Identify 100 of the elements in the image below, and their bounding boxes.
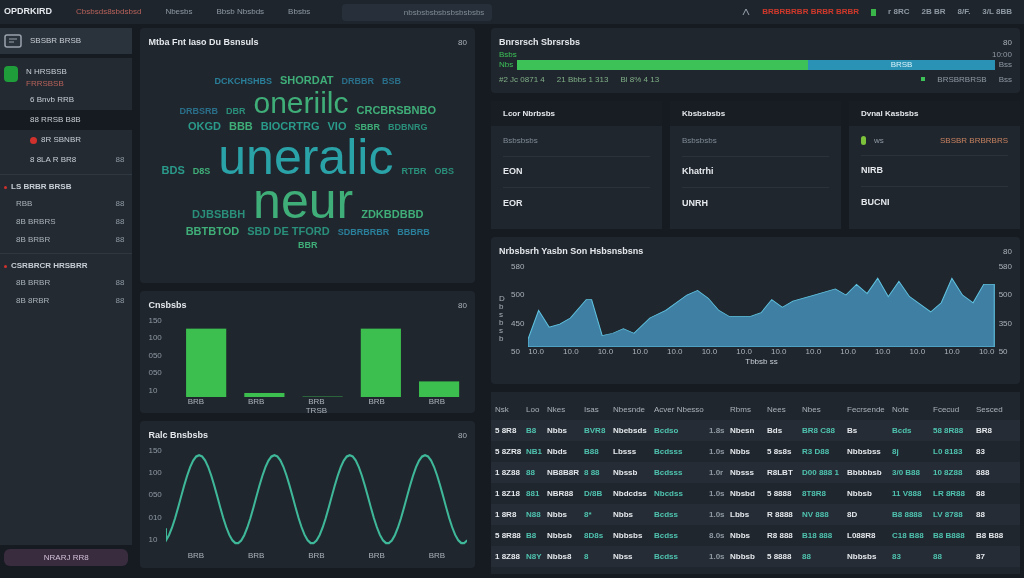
sidebar-item[interactable]: 88 RRSB B8B <box>0 110 133 130</box>
status-item[interactable]: r 8RC <box>888 6 910 18</box>
table-cell-text: C18 B88 <box>892 529 925 542</box>
nav-link[interactable]: Cbsbsds8sbdsbsd <box>76 6 142 18</box>
table-cell-text: Bcdsss <box>654 466 684 479</box>
cloud-word: BBB <box>228 119 253 135</box>
nav-link[interactable]: Nbesbs <box>165 6 193 18</box>
sidebar-item[interactable]: RBB 88 <box>0 195 133 213</box>
sidebar-button[interactable]: NRARJ RR8 <box>4 549 129 566</box>
axis-tick: 10.0 <box>909 346 926 357</box>
table-cell-text: Nbbsbs <box>847 550 878 563</box>
cloud-word: BDBNRG <box>387 121 428 135</box>
table-cell-text: 888 <box>976 466 991 479</box>
axis-tick: 500 <box>998 291 1012 299</box>
status-item[interactable]: 3/L 8BB <box>982 6 1012 18</box>
table-cell-text: Nbcdss <box>654 487 684 500</box>
table-cell-text: D00 888 1 <box>802 466 840 479</box>
column-header: Isas <box>584 404 600 416</box>
nav-link[interactable]: Bbsb Nbsbds <box>216 6 265 18</box>
table-cell-text: R3 D88 <box>802 445 831 458</box>
cloud-word: VIO <box>327 119 347 135</box>
table-cell-text: Bcdss <box>654 550 679 563</box>
panel-menu[interactable]: 80 <box>458 299 467 312</box>
sidebar-item[interactable]: 8B BRBR 88 <box>0 274 133 292</box>
sidebar-item[interactable]: 8B 8RBR 88 <box>0 292 133 310</box>
bar-caption: Bsbs <box>499 49 517 59</box>
cloud-word: BDS <box>161 163 185 179</box>
brand-name: N HRSBSB <box>26 66 67 78</box>
panel-menu[interactable]: 80 <box>458 36 467 49</box>
legend-note: BRSBRBRSB <box>937 74 987 84</box>
table-cell-text: Bcds <box>892 424 913 437</box>
sidebar-item[interactable]: 8B BRBRS 88 <box>0 213 133 231</box>
logo-icon <box>4 66 18 82</box>
panel-title: Nrbsbsrh Yasbn Son Hsbsnsbsns <box>499 245 644 258</box>
table-cell-text: NBR88 <box>547 487 575 500</box>
table-cell-text: Bbbbbsb <box>847 466 883 479</box>
cloud-word: neur <box>253 178 354 223</box>
table-cell-text: NB1 <box>526 445 543 458</box>
sidebar-item[interactable]: 8R SBNBR <box>0 130 133 150</box>
sidebar-item[interactable]: 8B BRBR 88 <box>0 231 133 249</box>
column-header: Acver Nbesso <box>654 404 705 416</box>
column-header: Nsk <box>495 404 510 416</box>
sidebar-item[interactable]: 6 Bnvb RRB <box>0 90 133 110</box>
table-cell-text: Nbsss <box>730 466 755 479</box>
item-label: 88 RRSB B8B <box>30 114 81 126</box>
table-cell-text: 5 8R8 <box>495 424 518 437</box>
table-row[interactable]: 1 8Z88 88 NB8B8R 8 88 Nbssb Bcdsss 1.0r Nbsss R8LBT D00 888 1 Bbbbbsb 3/0 B88 10 8Z88 888 <box>491 462 1020 483</box>
section-title: LS BRBR BRSB <box>11 181 72 193</box>
table-cell-text: 1.0s <box>709 508 726 521</box>
table-cell-text: Nbbsbss <box>847 445 882 458</box>
axis-tick: 150 <box>148 316 162 325</box>
column-header: Nees <box>767 404 787 416</box>
table-cell-text: 8T8R8 <box>802 487 827 500</box>
panel-menu[interactable]: 80 <box>1003 245 1012 258</box>
panel-menu[interactable]: 80 <box>1003 36 1012 49</box>
table-cell-text: R8 888 <box>767 529 794 542</box>
table-cell-text: D/8B <box>584 487 604 500</box>
table-cell-text: Bcdss <box>654 508 679 521</box>
axis-tick: 450 <box>511 319 525 328</box>
table-cell-text: Bcdsss <box>654 445 684 458</box>
table-cell-text: 1.8s <box>709 424 726 437</box>
status-item[interactable]: 2B BR <box>921 6 946 18</box>
axis-tick: 10.0 <box>528 346 544 357</box>
section-title: CSRBRCR HRSBRR <box>11 260 88 272</box>
table-cell-text: Nbbs <box>730 445 751 458</box>
table-cell-text: BR8 C88 <box>802 424 836 437</box>
table-cell-text: 3/0 B88 <box>892 466 922 479</box>
axis-tick: BRB <box>368 396 385 406</box>
table-cell-text: Nbssb <box>613 466 639 479</box>
panel-title: Mtba Fnt Iaso Du Bsnsuls <box>148 36 259 49</box>
axis-tick: 580 <box>998 262 1012 271</box>
sidebar-item[interactable]: 8 8LA R BR8 88 <box>0 150 133 170</box>
table-cell-text: L0 8183 <box>933 445 964 458</box>
search-field[interactable]: nbsbsbsbsbsbsbsbsbs <box>342 3 493 21</box>
axis-tick: BRB <box>247 396 265 406</box>
progress-fill: BRSB <box>808 59 995 70</box>
axis-tick: 10.0 <box>597 346 614 357</box>
cloud-word: DCKCHSHBS <box>214 74 272 88</box>
column-header: Nbesnde <box>613 404 647 416</box>
cloud-word: SDBRBRBR <box>337 225 390 239</box>
cloud-word: DJBSBBH <box>191 207 246 223</box>
nav-link[interactable]: Bbsbs <box>288 6 311 18</box>
table-cell-text: 1 8Z88 <box>495 466 521 479</box>
status-item[interactable]: 8/F. <box>957 6 971 18</box>
card-text: Bsbsbsbs <box>682 135 717 147</box>
axis-label: Dbsbsb <box>499 295 506 344</box>
table-cell-text: Nbbsbs <box>613 529 644 542</box>
table-cell-text: N88 <box>526 508 542 521</box>
table-cell-text: 88 <box>802 550 812 563</box>
table-row[interactable]: 1 8R8 N88 Nbbs 8* Nbbs Bcdss 1.0s Lbbs R 8888 NV 888 8D B8 8888 LV 8788 88 <box>491 504 1020 525</box>
table-row[interactable]: 5 8R8 B8 Nbbs BVR8 Nbebsds Bcdso 1.8s Nbesn Bds BR8 C88 Bs Bcds 58 8R88 BR8 <box>491 420 1020 441</box>
axis-label: Tbbsb ss <box>745 356 778 367</box>
chat-icon <box>4 34 22 48</box>
cloud-word: OBS <box>434 165 454 179</box>
table-cell-text: 83 <box>892 550 902 563</box>
table-row[interactable]: 1 8Z88 N8Y Nbbs8 8 Nbss Bcdss 1.0s Nbbsb 5 8888 88 Nbbsbs 83 88 87 <box>491 546 1020 567</box>
legend-item: Bl 8% 4 13 <box>620 74 660 84</box>
panel-menu[interactable]: 80 <box>458 429 467 442</box>
table-cell-text: Nbbsb <box>847 487 873 500</box>
table-cell-text: 8j <box>892 445 900 458</box>
